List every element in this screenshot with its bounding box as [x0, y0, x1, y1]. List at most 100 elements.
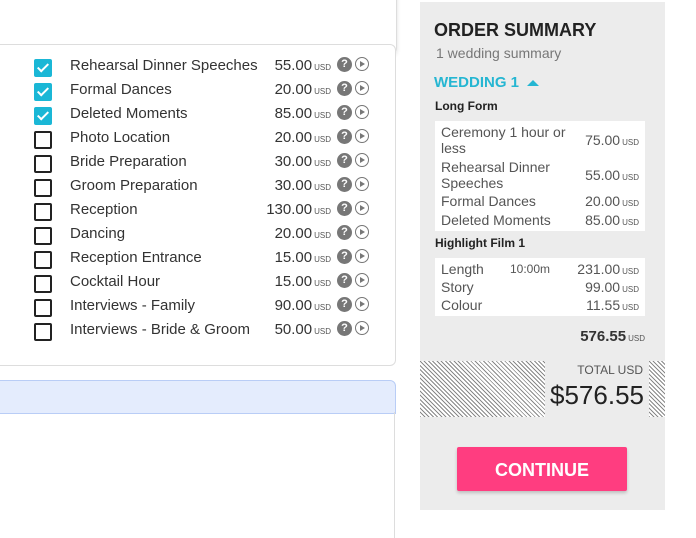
option-checkbox[interactable] [34, 131, 52, 149]
play-icon[interactable] [355, 297, 369, 311]
option-price: 50.00 USD [274, 321, 331, 338]
option-price: 90.00 USD [274, 297, 331, 314]
play-icon[interactable] [355, 153, 369, 167]
option-label: Dancing [70, 225, 126, 242]
help-icon[interactable]: ? [337, 129, 352, 144]
play-icon[interactable] [355, 57, 369, 71]
option-checkbox[interactable] [34, 155, 52, 173]
option-price: 55.00 USD [274, 57, 331, 74]
option-price: 20.00 USD [274, 225, 331, 242]
highlight-heading: Highlight Film 1 [435, 236, 525, 250]
option-price: 85.00 USD [274, 105, 331, 122]
option-checkbox[interactable] [34, 251, 52, 269]
hatch-decoration-right [649, 361, 665, 417]
help-icon[interactable]: ? [337, 273, 352, 288]
option-row[interactable]: Reception 130.00 USD? [1, 199, 397, 223]
option-checkbox[interactable] [34, 203, 52, 221]
summary-item-price: 85.00 USD [585, 212, 639, 228]
play-icon[interactable] [355, 273, 369, 287]
option-price: 30.00 USD [274, 177, 331, 194]
play-icon[interactable] [355, 225, 369, 239]
help-icon[interactable]: ? [337, 81, 352, 96]
summary-item-name: Formal Dances [441, 193, 536, 209]
option-row[interactable]: Groom Preparation 30.00 USD? [1, 175, 397, 199]
option-label: Deleted Moments [70, 105, 188, 122]
option-label: Reception [70, 201, 138, 218]
summary-item-price: 231.00 USD [577, 261, 639, 277]
divider [394, 412, 395, 538]
option-checkbox[interactable] [34, 59, 52, 77]
option-price: 15.00 USD [274, 249, 331, 266]
long-form-items: Ceremony 1 hour or less 75.00 USD Rehears… [435, 121, 645, 231]
play-icon[interactable] [355, 105, 369, 119]
total-value: $576.55 [550, 380, 644, 410]
help-icon[interactable]: ? [337, 105, 352, 120]
option-label: Cocktail Hour [70, 273, 161, 290]
summary-item-name: Colour [441, 297, 483, 313]
help-icon[interactable]: ? [337, 225, 352, 240]
option-row[interactable]: Cocktail Hour 15.00 USD? [1, 271, 397, 295]
summary-item-name: Story [441, 279, 474, 295]
summary-item-price: 11.55 USD [586, 297, 639, 313]
section-header-bar[interactable] [0, 380, 396, 414]
help-icon[interactable]: ? [337, 321, 352, 336]
option-label: Formal Dances [70, 81, 172, 98]
play-icon[interactable] [355, 177, 369, 191]
option-checkbox[interactable] [34, 275, 52, 293]
help-icon[interactable]: ? [337, 249, 352, 264]
options-list: Rehearsal Dinner Speeches 55.00 USD? Formal… [0, 44, 396, 366]
wedding-toggle[interactable]: WEDDING 1 [434, 74, 540, 91]
summary-item-price: 75.00 USD [585, 132, 639, 148]
summary-item-price: 20.00 USD [585, 193, 639, 209]
option-row[interactable]: Formal Dances 20.00 USD? [1, 79, 397, 103]
option-label: Interviews - Bride & Groom [70, 321, 251, 338]
summary-item-name: Deleted Moments [441, 212, 551, 228]
help-icon[interactable]: ? [337, 153, 352, 168]
option-checkbox[interactable] [34, 323, 52, 341]
play-icon[interactable] [355, 201, 369, 215]
option-checkbox[interactable] [34, 107, 52, 125]
option-row[interactable]: Interviews - Bride & Groom 50.00 USD? [1, 319, 397, 343]
option-row[interactable]: Deleted Moments 85.00 USD? [1, 103, 397, 127]
option-row[interactable]: Interviews - Family 90.00 USD? [1, 295, 397, 319]
option-row[interactable]: Rehearsal Dinner Speeches 55.00 USD? [1, 55, 397, 79]
option-row[interactable]: Reception Entrance 15.00 USD? [1, 247, 397, 271]
wedding-label: WEDDING 1 [434, 74, 520, 91]
help-icon[interactable]: ? [337, 297, 352, 312]
help-icon[interactable]: ? [337, 57, 352, 72]
summary-item-name: Ceremony 1 hour or less [441, 124, 566, 156]
option-label: Reception Entrance [70, 249, 202, 266]
option-checkbox[interactable] [34, 299, 52, 317]
option-label: Groom Preparation [70, 177, 198, 194]
option-price: 15.00 USD [274, 273, 331, 290]
option-checkbox[interactable] [34, 227, 52, 245]
option-price: 130.00 USD [266, 201, 331, 218]
continue-button[interactable]: CONTINUE [457, 447, 627, 491]
chevron-up-icon [527, 80, 540, 87]
option-label: Bride Preparation [70, 153, 187, 170]
summary-item-name: Length [441, 261, 484, 277]
summary-subtitle: 1 wedding summary [436, 45, 562, 61]
option-label: Rehearsal Dinner Speeches [70, 57, 258, 74]
option-row[interactable]: Bride Preparation 30.00 USD? [1, 151, 397, 175]
long-form-heading: Long Form [435, 99, 498, 113]
play-icon[interactable] [355, 249, 369, 263]
option-label: Interviews - Family [70, 297, 196, 314]
summary-item-price: 55.00 USD [585, 167, 639, 183]
help-icon[interactable]: ? [337, 177, 352, 192]
option-row[interactable]: Dancing 20.00 USD? [1, 223, 397, 247]
option-checkbox[interactable] [34, 83, 52, 101]
highlight-items: Length 10:00m 231.00 USD Story 99.00 USD C… [435, 258, 645, 316]
play-icon[interactable] [355, 321, 369, 335]
option-price: 20.00 USD [274, 81, 331, 98]
play-icon[interactable] [355, 81, 369, 95]
subtotal: 576.55 USD [580, 328, 645, 345]
summary-item-name: Rehearsal Dinner Speeches [441, 159, 550, 191]
option-row[interactable]: Photo Location 20.00 USD? [1, 127, 397, 151]
summary-item-price: 99.00 USD [585, 279, 639, 295]
option-checkbox[interactable] [34, 179, 52, 197]
play-icon[interactable] [355, 129, 369, 143]
option-price: 30.00 USD [274, 153, 331, 170]
help-icon[interactable]: ? [337, 201, 352, 216]
total-label: TOTAL USD [577, 363, 643, 377]
